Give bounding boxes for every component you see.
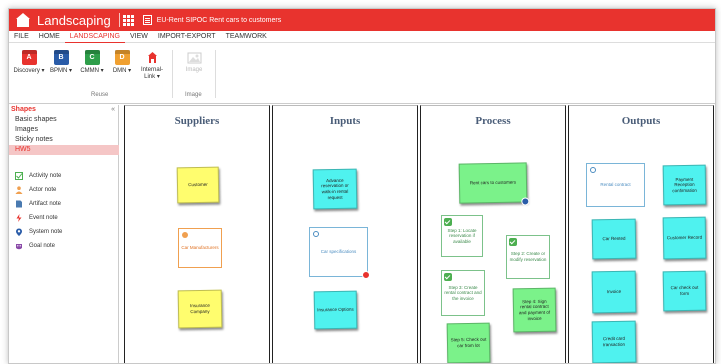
note-invoice[interactable]: Invoice <box>591 270 637 314</box>
palette-actor-note[interactable]: Actor note <box>9 183 119 197</box>
note-step1[interactable]: Step 1: Locate reservation if available <box>441 215 483 257</box>
activity-check-icon <box>444 273 452 281</box>
cmmn-button[interactable]: C CMMN ▾ <box>77 50 107 74</box>
document-icon <box>142 15 152 25</box>
note-advance-reservation[interactable]: Advance reservation or walk-in rental re… <box>312 168 358 210</box>
note-step2[interactable]: Step 2: Create or modify reservation <box>506 235 550 279</box>
note-credit-card-transaction[interactable]: Credit card transaction <box>591 320 637 363</box>
image-icon <box>186 50 202 65</box>
note-customer[interactable]: Customer <box>176 166 220 204</box>
dmn-label: DMN <box>112 68 127 74</box>
lane-title-process: Process <box>475 115 511 127</box>
collapse-icon[interactable]: « <box>111 105 115 115</box>
image-button[interactable]: Image <box>179 50 209 73</box>
discovery-icon: A <box>21 50 37 65</box>
menu-import-export[interactable]: IMPORT-EXPORT <box>153 31 221 43</box>
library-basic-shapes[interactable]: Basic shapes <box>9 115 119 125</box>
library-sticky-notes[interactable]: Sticky notes <box>9 135 119 145</box>
internal-link-icon <box>144 50 160 65</box>
group-label-reuse: Reuse <box>91 92 109 98</box>
system-icon <box>313 231 319 237</box>
menu-home[interactable]: HOME <box>34 31 65 43</box>
system-icon <box>590 167 596 173</box>
note-customer-record[interactable]: Customer Record <box>662 216 707 260</box>
discovery-label: Discovery <box>13 68 40 74</box>
lane-title-suppliers: Suppliers <box>174 115 220 127</box>
image-label: Image <box>185 67 203 73</box>
note-palette: Activity note Actor note Artifact note E… <box>9 169 119 253</box>
actor-icon <box>182 232 188 238</box>
discovery-button[interactable]: A Discovery ▾ <box>13 50 45 74</box>
menu-file[interactable]: FILE <box>9 31 34 43</box>
palette-event-note[interactable]: Event note <box>9 211 119 225</box>
group-label-image: Image <box>185 92 202 98</box>
document-title: EU-Rent SIPOC Rent cars to customers <box>156 16 282 24</box>
note-car-manufacturers[interactable]: Car Manufacturers <box>178 228 222 268</box>
dmn-button[interactable]: D DMN ▾ <box>109 50 135 74</box>
app-grid-icon[interactable] <box>118 13 134 27</box>
internal-link-button[interactable]: Internal- Link ▾ <box>137 50 167 80</box>
event-note-icon <box>15 214 23 222</box>
dmn-icon: D <box>114 50 130 65</box>
note-step4[interactable]: Step 4: Sign rental contract and payment… <box>512 287 557 333</box>
cmmn-label: CMMN <box>80 68 99 74</box>
bpmn-button[interactable]: B BPMN ▾ <box>47 50 75 74</box>
note-rental-contract[interactable]: Rental contract <box>586 163 645 207</box>
palette-artifact-note[interactable]: Artifact note <box>9 197 119 211</box>
note-car-specifications[interactable]: Car specifications <box>309 227 370 279</box>
activity-check-icon <box>509 238 517 246</box>
lane-title-inputs: Inputs <box>329 115 361 127</box>
note-payment-reception[interactable]: Payment Reception confirmation <box>662 164 707 206</box>
ribbon: A Discovery ▾ B BPMN ▾ C CMMN ▾ D DMN ▾ … <box>9 44 715 104</box>
note-step3[interactable]: Step 3: Create rental contract and the i… <box>441 270 485 316</box>
palette-goal-note[interactable]: Goal note <box>9 239 119 253</box>
note-car-check-out-form[interactable]: Car check out form <box>662 270 707 312</box>
note-insurance-options[interactable]: Insurance Options <box>313 290 358 330</box>
menu-view[interactable]: VIEW <box>125 31 153 43</box>
landscaping-logo-icon <box>15 13 31 27</box>
activity-note-icon <box>15 172 23 180</box>
bpmn-icon: B <box>53 50 69 65</box>
actor-note-icon <box>15 186 23 194</box>
menu-teamwork[interactable]: TEAMWORK <box>221 31 272 43</box>
diagram-canvas[interactable]: Suppliers Inputs Process Outputs Custome… <box>120 105 715 363</box>
goal-note-icon <box>15 242 23 250</box>
title-bar: Landscaping EU-Rent SIPOC Rent cars to c… <box>9 9 715 31</box>
lane-title-outputs: Outputs <box>621 115 661 127</box>
menu-bar: FILE HOME LANDSCAPING VIEW IMPORT-EXPORT… <box>9 31 715 43</box>
note-step5[interactable]: Step 5: Check out car from lot <box>446 322 491 363</box>
internal-link-label: Internal- <box>140 67 163 73</box>
bpmn-label: BPMN <box>49 68 68 74</box>
library-images[interactable]: Images <box>9 125 119 135</box>
note-car-rented[interactable]: Car Rented <box>591 218 637 260</box>
system-note-icon <box>15 228 23 236</box>
app-window: Landscaping EU-Rent SIPOC Rent cars to c… <box>8 8 716 364</box>
palette-activity-note[interactable]: Activity note <box>9 169 119 183</box>
app-title: Landscaping <box>37 12 111 28</box>
library-hw5[interactable]: HW5 <box>9 145 119 155</box>
activity-check-icon <box>444 218 452 226</box>
library-list: Basic shapes Images Sticky notes HW5 <box>9 115 119 155</box>
note-insurance-company[interactable]: Insurance Company <box>177 289 223 329</box>
event-badge-icon <box>362 271 370 279</box>
shapes-sidebar: Shapes « Basic shapes Images Sticky note… <box>9 105 119 363</box>
note-rent-cars[interactable]: Rent cars to customers <box>458 162 530 206</box>
cmmn-icon: C <box>84 50 100 65</box>
shapes-header: Shapes « <box>11 105 115 115</box>
menu-landscaping[interactable]: LANDSCAPING <box>64 31 125 43</box>
artifact-note-icon <box>15 200 23 208</box>
palette-system-note[interactable]: System note <box>9 225 119 239</box>
